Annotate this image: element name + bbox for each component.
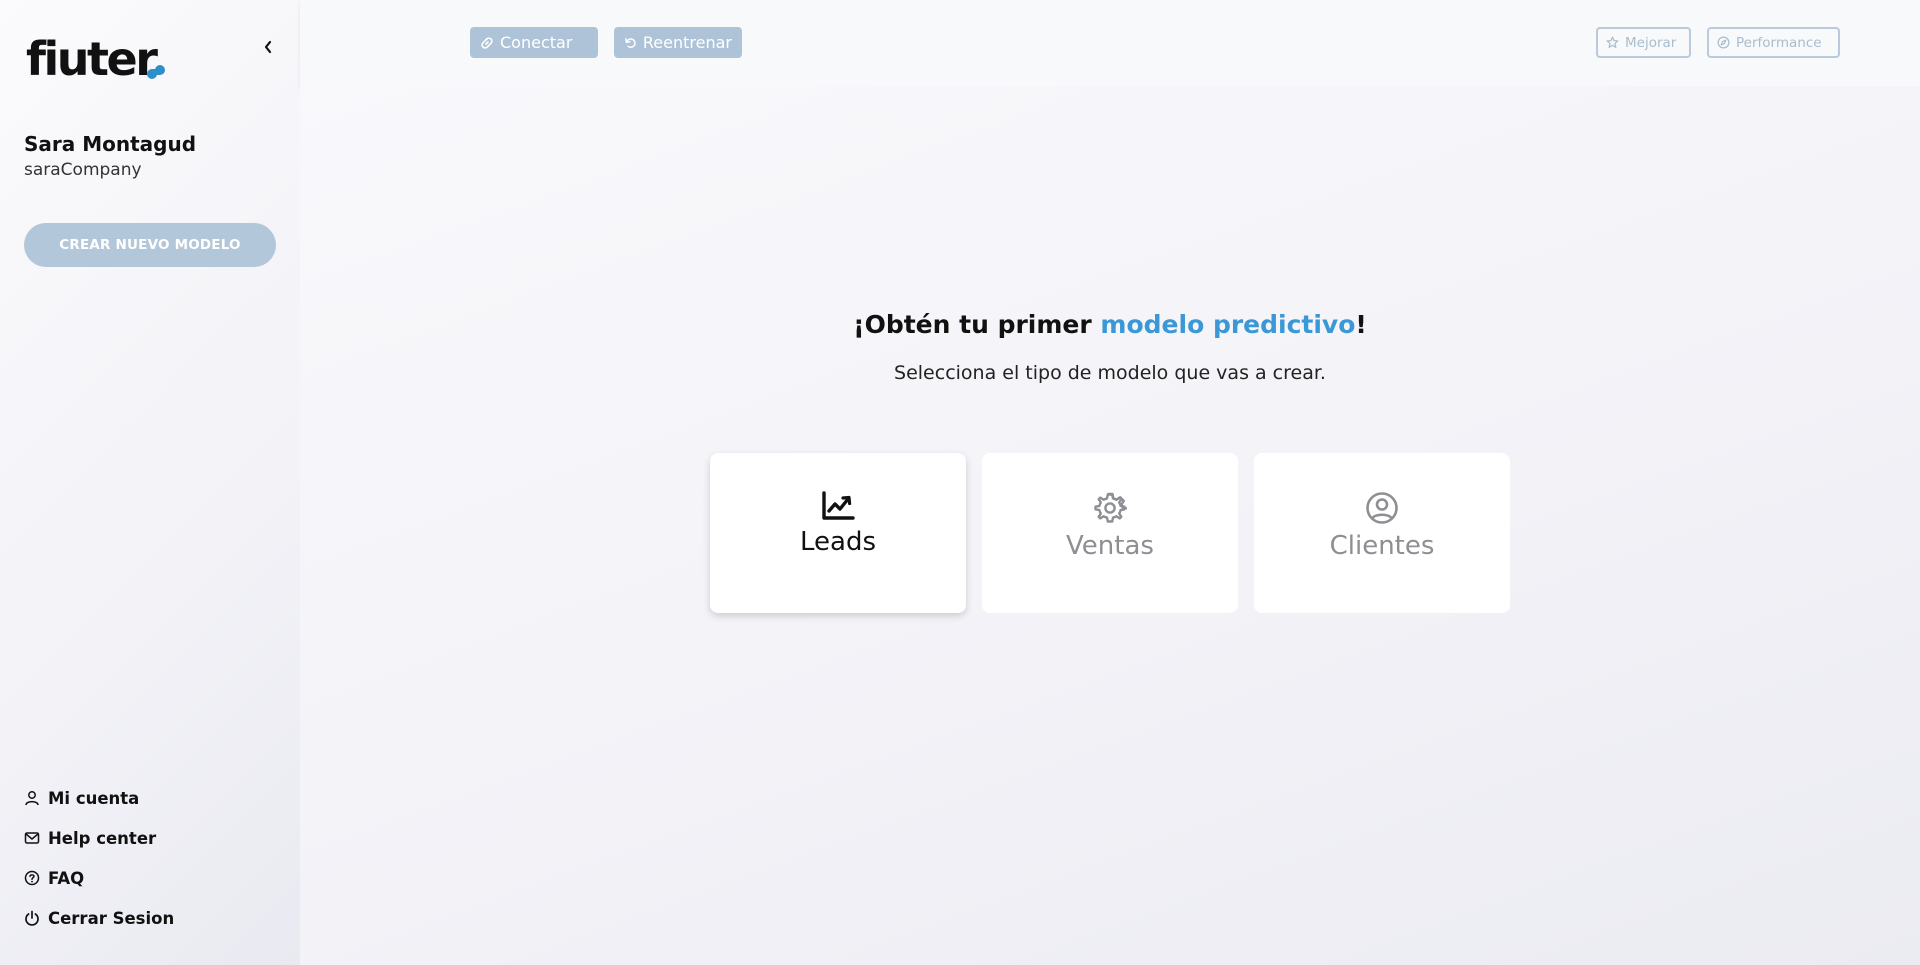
page-subtitle: Selecciona el tipo de modelo que vas a c…: [894, 362, 1326, 384]
card-label: Ventas: [1066, 531, 1154, 561]
help-circle-icon: [24, 870, 40, 886]
mail-icon: [24, 832, 40, 844]
power-icon: [25, 910, 39, 926]
improve-label: Mejorar: [1625, 34, 1677, 51]
model-card-sales[interactable]: Ventas: [982, 453, 1238, 613]
logo-mark-icon: [147, 65, 165, 79]
user-company: saraCompany: [24, 160, 142, 180]
fiuter-logo[interactable]: fiuter: [26, 36, 158, 82]
link-icon: [481, 36, 493, 49]
top-toolbar: Conectar Reentrenar Mejorar Performance: [300, 0, 1920, 86]
nav-item-label: FAQ: [48, 868, 85, 888]
nav-item-label: Help center: [48, 828, 157, 848]
card-label: Clientes: [1329, 531, 1435, 561]
nav-item-logout[interactable]: Cerrar Sesion: [24, 898, 174, 938]
sidebar: fiuter Sara Montagud saraCompany CREAR N…: [0, 0, 300, 965]
nav-item-label: Mi cuenta: [48, 788, 140, 808]
chevron-left-icon: [264, 40, 272, 54]
model-card-leads[interactable]: Leads: [710, 453, 966, 613]
nav-item-label: Cerrar Sesion: [48, 908, 175, 928]
user-circle-icon: [1366, 492, 1398, 524]
create-new-model-button[interactable]: CREAR NUEVO MODELO: [24, 223, 276, 267]
nav-item-help-center[interactable]: Help center: [24, 818, 174, 858]
connect-label: Conectar: [500, 33, 573, 52]
gear-icon: [1094, 492, 1127, 523]
user-name: Sara Montagud: [24, 132, 197, 156]
nav-item-faq[interactable]: FAQ: [24, 858, 174, 898]
undo-icon: [625, 37, 636, 48]
card-label: Leads: [799, 527, 876, 557]
headline-prefix: ¡Obtén tu primer: [853, 310, 1101, 339]
star-icon: [1606, 36, 1619, 48]
sidebar-bottom-nav: Mi cuenta Help center FAQ Cerrar Sesion: [24, 778, 174, 938]
performance-button[interactable]: Performance: [1707, 27, 1840, 58]
model-card-clients[interactable]: Clientes: [1254, 453, 1510, 613]
connect-button[interactable]: Conectar: [470, 27, 598, 58]
performance-label: Performance: [1736, 34, 1822, 51]
retrain-button[interactable]: Reentrenar: [614, 27, 742, 58]
headline-suffix: !: [1355, 310, 1367, 339]
main-content: ¡Obtén tu primer modelo predictivo! Sele…: [300, 86, 1920, 965]
trending-up-icon: [822, 491, 855, 520]
compass-icon: [1717, 36, 1730, 49]
retrain-label: Reentrenar: [642, 33, 732, 52]
improve-button[interactable]: Mejorar: [1596, 27, 1691, 58]
user-icon: [25, 791, 39, 806]
page-title: ¡Obtén tu primer modelo predictivo!: [300, 310, 1920, 339]
nav-item-my-account[interactable]: Mi cuenta: [24, 778, 174, 818]
collapse-sidebar-button[interactable]: [259, 36, 277, 58]
headline-accent: modelo predictivo: [1100, 310, 1356, 339]
